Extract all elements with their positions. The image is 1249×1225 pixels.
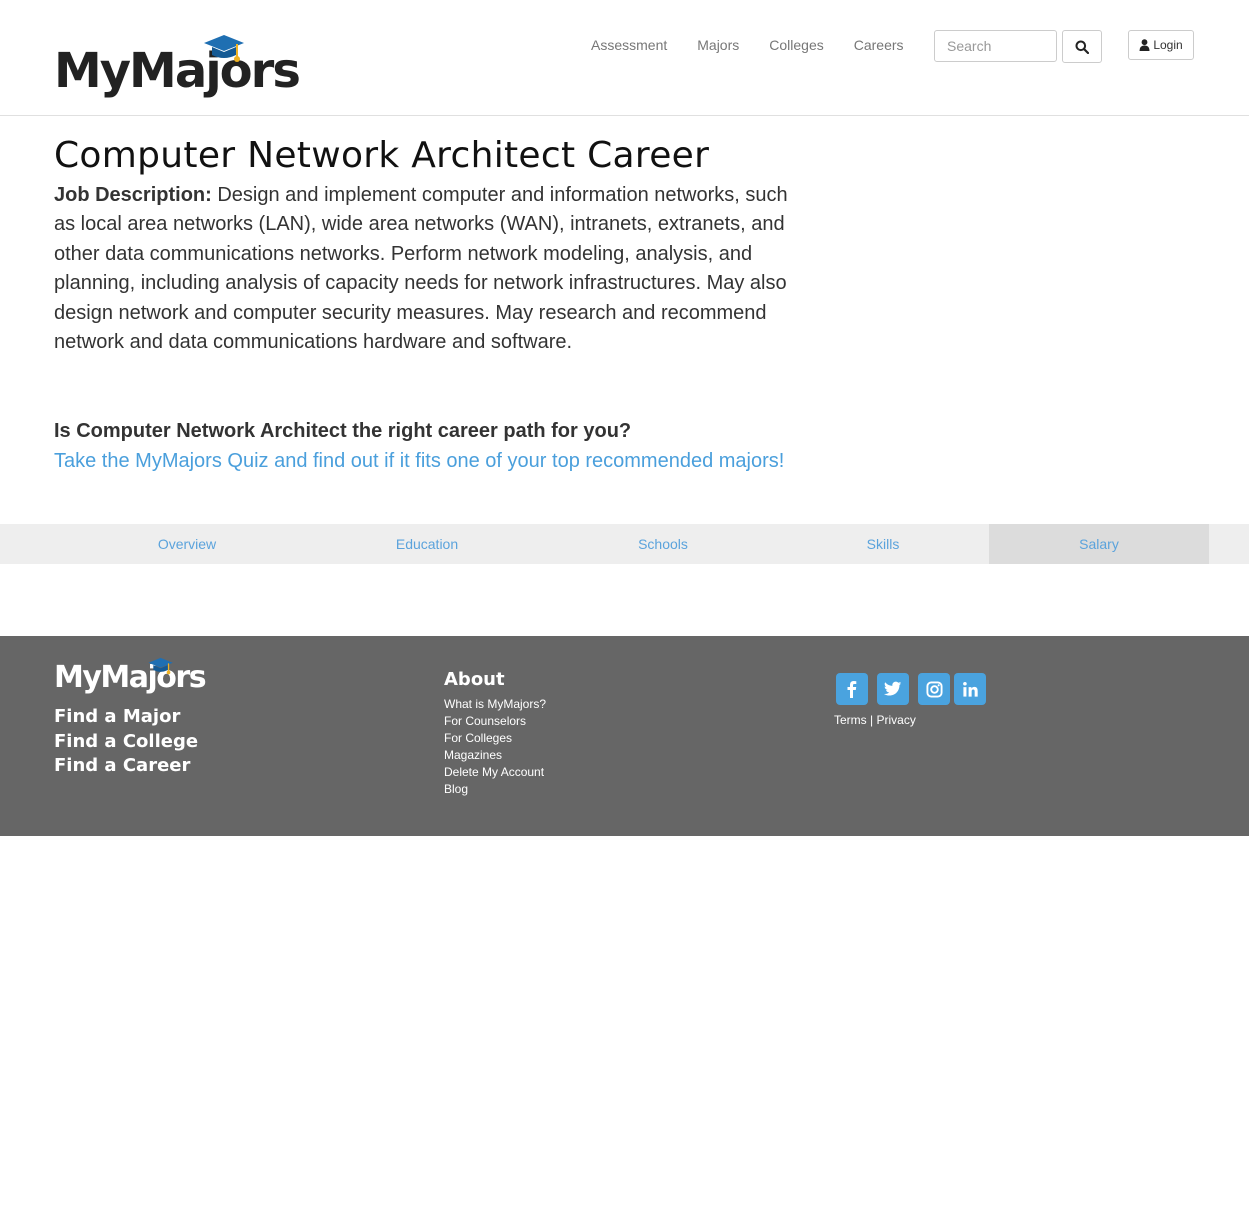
twitter-button[interactable] [877, 673, 909, 705]
footer-what-is-mymajors[interactable]: What is MyMajors? [444, 697, 546, 711]
nav-colleges[interactable]: Colleges [769, 37, 823, 53]
nav-majors[interactable]: Majors [697, 37, 739, 53]
footer-for-colleges[interactable]: For Colleges [444, 731, 512, 745]
footer-logo[interactable]: MyMajors [54, 654, 207, 702]
job-description: Job Description: Design and implement co… [54, 181, 809, 357]
instagram-icon [925, 680, 943, 698]
footer-logo-text: MyMajors [54, 660, 207, 695]
terms-link[interactable]: Terms [834, 713, 867, 727]
footer-find-career[interactable]: Find a Career [54, 755, 190, 776]
twitter-icon [884, 681, 902, 696]
legal-separator: | [870, 713, 874, 727]
footer-for-counselors[interactable]: For Counselors [444, 714, 526, 728]
job-description-label: Job Description: [54, 184, 212, 206]
search-icon [1075, 40, 1089, 54]
privacy-link[interactable]: Privacy [876, 713, 915, 727]
job-description-text: Design and implement computer and inform… [54, 184, 788, 354]
graduation-cap-icon [148, 657, 173, 675]
tab-schools[interactable]: Schools [548, 524, 778, 564]
graduation-cap-icon [204, 35, 244, 62]
instagram-button[interactable] [918, 673, 950, 705]
footer-blog[interactable]: Blog [444, 782, 468, 796]
page-title: Computer Network Architect Career [54, 135, 710, 176]
footer-delete-account[interactable]: Delete My Account [444, 765, 544, 779]
career-question: Is Computer Network Architect the right … [54, 420, 632, 442]
login-button[interactable]: Login [1128, 30, 1194, 60]
search-button[interactable] [1062, 30, 1102, 63]
footer-magazines[interactable]: Magazines [444, 748, 502, 762]
search-input[interactable] [934, 30, 1057, 62]
linkedin-icon [962, 681, 978, 697]
linkedin-button[interactable] [954, 673, 986, 705]
mymajors-logo[interactable]: MyMajors [54, 33, 301, 103]
facebook-icon [847, 681, 857, 698]
footer-find-college[interactable]: Find a College [54, 731, 198, 752]
facebook-button[interactable] [836, 673, 868, 705]
tab-skills[interactable]: Skills [778, 524, 988, 564]
logo-text: MyMajors [54, 43, 301, 99]
tab-education[interactable]: Education [312, 524, 542, 564]
footer-legal: Terms | Privacy [834, 713, 916, 727]
nav-assessment[interactable]: Assessment [591, 37, 667, 53]
tab-salary[interactable]: Salary [989, 524, 1209, 564]
tab-overview[interactable]: Overview [72, 524, 302, 564]
site-footer: MyMajors Find a Major Find a College Fin… [0, 636, 1249, 836]
user-icon [1139, 39, 1150, 51]
site-header: MyMajors Assessment Majors Colleges Care… [0, 0, 1249, 116]
career-tabs: Overview Education Schools Skills Salary [0, 524, 1249, 564]
login-label: Login [1153, 38, 1183, 52]
main-nav: Assessment Majors Colleges Careers [591, 37, 934, 53]
footer-find-major[interactable]: Find a Major [54, 706, 180, 727]
nav-careers[interactable]: Careers [854, 37, 904, 53]
quiz-link[interactable]: Take the MyMajors Quiz and find out if i… [54, 447, 794, 476]
footer-about-title: About [444, 669, 505, 690]
